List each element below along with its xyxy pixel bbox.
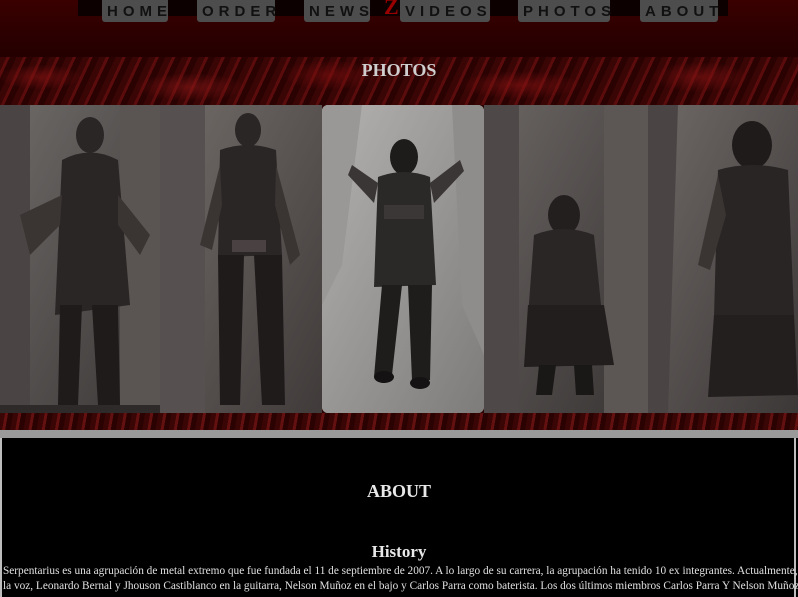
photo-gallery: [0, 105, 798, 413]
photos-section-title: PHOTOS: [361, 60, 437, 80]
section-divider: [0, 430, 798, 438]
band-member-5-photo[interactable]: [648, 105, 798, 413]
history-line-1: Serpentarius es una agrupación de metal …: [3, 565, 798, 577]
band-member-2-photo[interactable]: [160, 105, 322, 413]
band-member-3-photo[interactable]: [322, 105, 484, 413]
history-paragraph: Serpentarius es una agrupación de metal …: [3, 564, 798, 597]
nav-about-button[interactable]: ABOUT: [640, 0, 718, 22]
nav-videos-button[interactable]: VIDEOS: [400, 0, 490, 22]
about-section-title: ABOUT: [366, 481, 431, 501]
nav-order-button[interactable]: ORDER: [197, 0, 276, 22]
band-member-4-photo[interactable]: [484, 105, 648, 413]
nav-photos-button[interactable]: PHOTOS: [518, 0, 611, 22]
nav-news-button[interactable]: NEWS: [304, 0, 370, 22]
nav-home-button[interactable]: HOME: [102, 0, 168, 22]
top-navigation-bar: Z HOME ORDER NEWS VIDEOS PHOTOS ABOUT: [0, 0, 798, 57]
band-member-1-photo[interactable]: [0, 105, 160, 413]
history-heading: History: [371, 542, 427, 561]
logo-mark: Z: [384, 0, 399, 19]
history-line-2: la voz, Leonardo Bernal y Jhouson Castib…: [3, 580, 798, 592]
decorative-pattern-band-bottom: [0, 413, 798, 430]
